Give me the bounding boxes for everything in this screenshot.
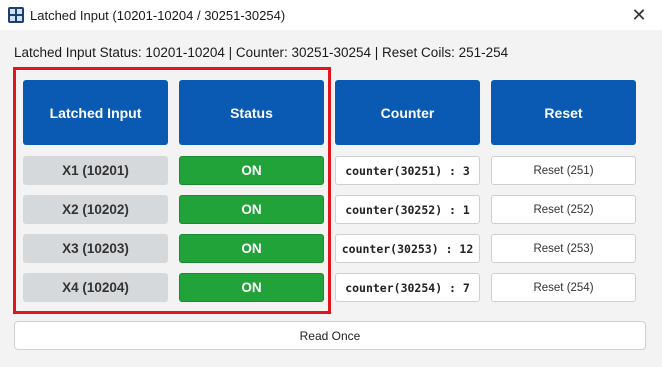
header-status: Status [179, 80, 324, 145]
status-indicator: ON [179, 234, 324, 263]
counter-value: counter(30252) : 1 [335, 195, 480, 224]
reset-button[interactable]: Reset (252) [491, 195, 636, 224]
counter-value: counter(30254) : 7 [335, 273, 480, 302]
reset-button[interactable]: Reset (254) [491, 273, 636, 302]
window-title: Latched Input (10201-10204 / 30251-30254… [30, 8, 286, 23]
read-once-button[interactable]: Read Once [14, 321, 646, 350]
input-label: X4 (10204) [23, 273, 168, 302]
status-indicator: ON [179, 195, 324, 224]
reset-button[interactable]: Reset (251) [491, 156, 636, 185]
counter-value: counter(30253) : 12 [335, 234, 480, 263]
app-icon [8, 7, 24, 23]
reset-button[interactable]: Reset (253) [491, 234, 636, 263]
header-counter: Counter [335, 80, 480, 145]
close-button[interactable]: ✕ [616, 0, 662, 30]
input-label: X3 (10203) [23, 234, 168, 263]
status-indicator: ON [179, 156, 324, 185]
counter-value: counter(30251) : 3 [335, 156, 480, 185]
header-latched-input: Latched Input [23, 80, 168, 145]
input-label: X2 (10202) [23, 195, 168, 224]
input-label: X1 (10201) [23, 156, 168, 185]
status-line: Latched Input Status: 10201-10204 | Coun… [14, 45, 509, 60]
title-bar: Latched Input (10201-10204 / 30251-30254… [0, 0, 662, 30]
header-reset: Reset [491, 80, 636, 145]
status-indicator: ON [179, 273, 324, 302]
